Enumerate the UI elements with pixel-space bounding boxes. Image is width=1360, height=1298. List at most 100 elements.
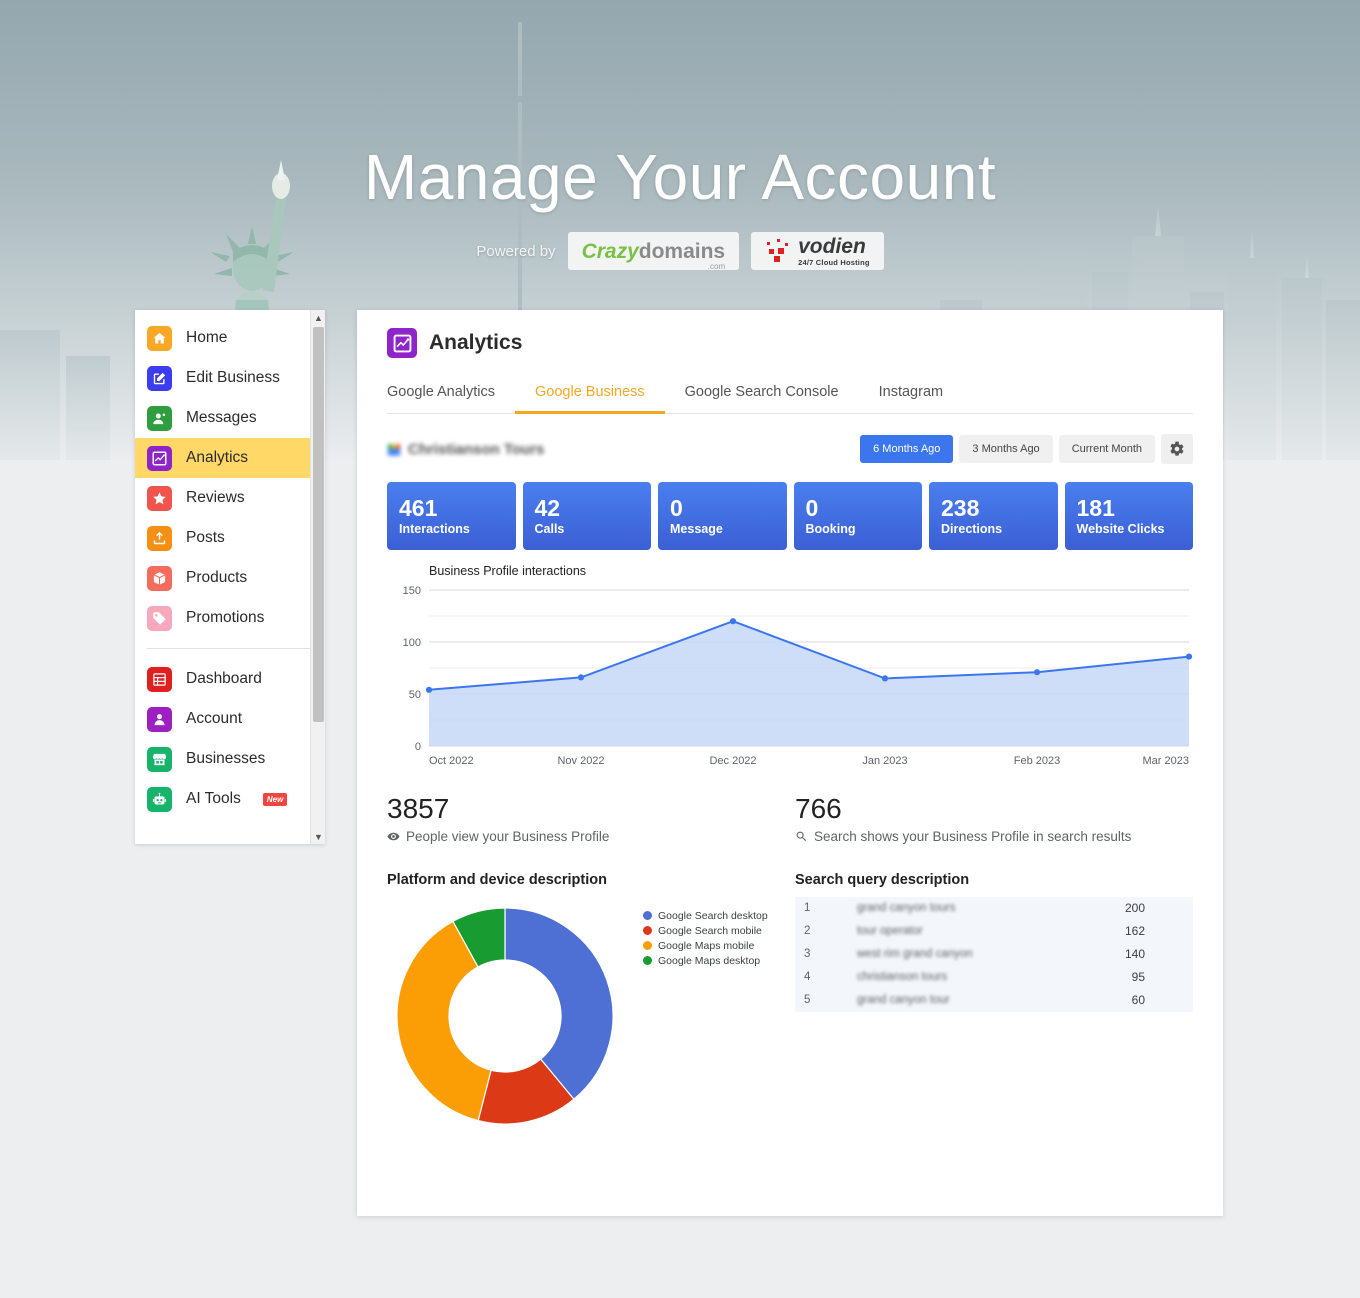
sidebar-item-promotions[interactable]: Promotions [135, 598, 325, 638]
sidebar-item-businesses[interactable]: Businesses [135, 739, 325, 779]
legend-color-dot [643, 956, 652, 966]
query-term: grand canyon tour [857, 994, 950, 1007]
vodien-logo-tagline: 24/7 Cloud Hosting [798, 257, 870, 267]
box-icon [147, 565, 172, 591]
query-rank: 5 [804, 994, 811, 1007]
sidebar-navigation: Home Edit Business Messages Analytics Review… [135, 310, 325, 844]
range-button-3-months-ago[interactable]: 3 Months Ago [959, 435, 1053, 463]
legend-item: Google Search desktop [643, 910, 768, 922]
query-term: west rim grand canyon [857, 948, 973, 961]
query-count: 95 [1131, 970, 1145, 985]
crazydomains-logo-com: .com [707, 261, 726, 271]
views-column: 3857 People view your Business Profile P… [387, 793, 785, 1138]
stat-label: Calls [534, 522, 565, 537]
tab-google-analytics[interactable]: Google Analytics [387, 374, 515, 414]
stat-label: Message [670, 522, 723, 537]
stat-tile-calls: 42 Calls [522, 482, 651, 550]
sidebar-scrollbar[interactable]: ▲ ▼ [310, 310, 325, 844]
search-icon [796, 831, 807, 841]
search-query-table: 1 grand canyon tours 200 2 tour operator 162 3… [795, 896, 1193, 1012]
svg-text:0: 0 [415, 741, 421, 753]
stat-tile-interactions: 461 Interactions [387, 482, 516, 550]
sidebar-item-edit-business[interactable]: Edit Business [135, 358, 325, 398]
sidebar-item-messages[interactable]: Messages [135, 398, 325, 438]
scroll-up-arrow-icon[interactable]: ▲ [311, 310, 325, 325]
tag-icon [147, 605, 172, 631]
sidebar-divider [147, 648, 313, 649]
analytics-tabs: Google Analytics Google Business Google Se… [387, 374, 1193, 414]
sidebar-group-primary: Home Edit Business Messages Analytics Review… [135, 310, 325, 646]
tab-google-search-console[interactable]: Google Search Console [665, 374, 859, 414]
eye-icon [387, 832, 400, 841]
table-row: 5 grand canyon tour 60 [795, 989, 1193, 1012]
scroll-down-arrow-icon[interactable]: ▼ [311, 829, 325, 844]
stat-value: 181 [1076, 494, 1115, 521]
grid-icon [147, 666, 172, 692]
sidebar-item-label: Businesses [186, 750, 266, 767]
powered-by-row: Powered by Crazydomains .com vodien 24/7 … [0, 232, 1360, 270]
range-button-6-months-ago[interactable]: 6 Months Ago [860, 435, 954, 463]
gear-icon [1170, 441, 1184, 456]
stat-value: 42 [534, 494, 561, 521]
sidebar-item-label: Edit Business [186, 369, 280, 386]
platform-donut-chart [396, 907, 614, 1125]
legend-color-dot [643, 941, 652, 951]
platform-donut-area: Google Search desktop Google Search mobil… [387, 898, 785, 1138]
sidebar-item-ai-tools[interactable]: AI Tools New [135, 779, 325, 819]
stat-label: Website Clicks [1076, 522, 1165, 537]
upload-icon [147, 525, 172, 551]
platform-section-title: Platform and device description [387, 871, 607, 888]
range-button-current-month[interactable]: Current Month [1058, 435, 1155, 463]
tab-google-business[interactable]: Google Business [515, 374, 665, 414]
sidebar-item-home[interactable]: Home [135, 318, 325, 358]
legend-label: Google Search desktop [658, 909, 768, 922]
analytics-icon [147, 445, 172, 471]
table-row: 1 grand canyon tours 200 [795, 897, 1193, 920]
panel-title: Analytics [429, 331, 523, 354]
legend-label: Google Search mobile [658, 924, 762, 937]
sidebar-item-posts[interactable]: Posts [135, 518, 325, 558]
panel-title-row: Analytics [387, 328, 1193, 358]
sidebar-item-label: Promotions [186, 609, 265, 626]
interactions-chart: Business Profile interactions 0 50 100 150 O… [357, 550, 1223, 772]
legend-item: Google Maps desktop [643, 955, 768, 967]
table-row: 2 tour operator 162 [795, 920, 1193, 943]
stat-tile-message: 0 Message [658, 482, 787, 550]
scrollbar-thumb[interactable] [313, 327, 324, 722]
query-count: 60 [1131, 993, 1145, 1008]
views-caption-row: People view your Business Profile [387, 829, 785, 844]
business-toolbar: Christianson Tours 6 Months Ago 3 Months … [357, 414, 1223, 464]
messages-icon [147, 405, 172, 431]
legend-item: Google Search mobile [643, 925, 768, 937]
crazydomains-logo-crazy: Crazy [581, 239, 639, 263]
stat-tile-website-clicks: 181 Website Clicks [1064, 482, 1193, 550]
sidebar-item-products[interactable]: Products [135, 558, 325, 598]
legend-label: Google Maps mobile [658, 939, 755, 952]
panel-header: Analytics Google Analytics Google Busines… [357, 310, 1223, 414]
star-icon [147, 485, 172, 511]
stat-value: 0 [670, 494, 683, 521]
sidebar-item-reviews[interactable]: Reviews [135, 478, 325, 518]
query-rank: 2 [804, 925, 811, 938]
query-rank: 1 [804, 902, 811, 915]
vodien-logo-name: vodien [798, 234, 866, 258]
sidebar-item-label: Analytics [186, 449, 249, 466]
legend-color-dot [643, 926, 652, 936]
crazydomains-logo: Crazydomains .com [567, 232, 740, 271]
sidebar-item-analytics[interactable]: Analytics [135, 438, 325, 478]
table-row: 3 west rim grand canyon 140 [795, 943, 1193, 966]
stat-tile-directions: 238 Directions [929, 482, 1058, 550]
svg-text:Mar 2023: Mar 2023 [1143, 755, 1189, 767]
sidebar-item-label: Dashboard [186, 670, 262, 687]
sidebar-item-label: Home [186, 329, 228, 346]
sidebar-item-account[interactable]: Account [135, 699, 325, 739]
legend-item: Google Maps mobile [643, 940, 768, 952]
legend-label: Google Maps desktop [658, 954, 761, 967]
tab-instagram[interactable]: Instagram [859, 374, 963, 414]
searches-column: 766 Search shows your Business Profile i… [795, 793, 1193, 1138]
legend-color-dot [643, 911, 652, 921]
date-range-selector: 6 Months Ago 3 Months Ago Current Month [860, 434, 1193, 464]
settings-button[interactable] [1161, 434, 1193, 464]
sidebar-item-dashboard[interactable]: Dashboard [135, 659, 325, 699]
business-name-block: Christianson Tours [387, 441, 544, 458]
